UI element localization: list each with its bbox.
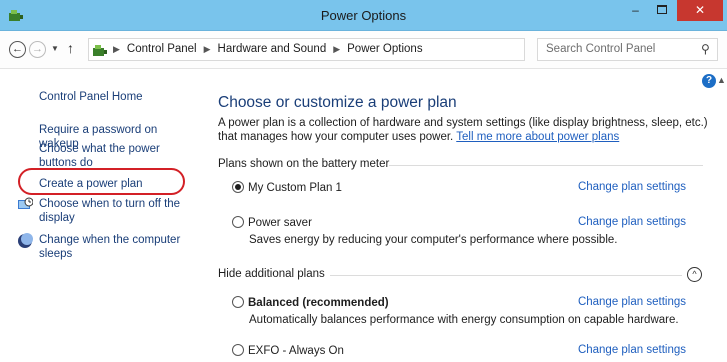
- plan-description: Saves energy by reducing your computer's…: [249, 234, 618, 246]
- maximize-button[interactable]: [648, 0, 675, 21]
- forward-button[interactable]: →: [29, 41, 46, 58]
- minimize-button[interactable]: –: [622, 0, 649, 21]
- main-content: ? ▲ Choose or customize a power plan A p…: [203, 70, 727, 362]
- breadcrumb: ▶ Control Panel ▶ Hardware and Sound ▶ Power …: [113, 43, 423, 55]
- change-plan-settings-link[interactable]: Change plan settings: [578, 181, 686, 193]
- plan-balanced[interactable]: Balanced (recommended): [232, 296, 389, 309]
- scroll-up-arrow[interactable]: ▲: [717, 75, 726, 85]
- change-plan-settings-link[interactable]: Change plan settings: [578, 296, 686, 308]
- section-battery-meter-label: Plans shown on the battery meter: [218, 158, 390, 170]
- chevron-right-icon: ▶: [203, 44, 211, 54]
- tell-me-more-link[interactable]: Tell me more about power plans: [456, 131, 619, 143]
- power-options-icon: [93, 45, 107, 56]
- plan-power-saver[interactable]: Power saver: [232, 216, 312, 229]
- sidebar-item-control-panel-home[interactable]: Control Panel Home: [39, 90, 199, 104]
- chevron-right-icon: ▶: [113, 44, 120, 54]
- moon-icon: [18, 233, 33, 248]
- chevron-right-icon: ▶: [333, 44, 341, 54]
- sidebar-item-power-buttons[interactable]: Choose what the power buttons do: [39, 142, 199, 170]
- sidebar-item-turn-off-display[interactable]: Choose when to turn off the display: [39, 197, 199, 225]
- search-input[interactable]: Search Control Panel ⚲: [537, 38, 718, 61]
- maximize-icon: [656, 4, 667, 14]
- plan-description: Automatically balances performance with …: [249, 314, 679, 326]
- recent-locations-button[interactable]: ▼: [51, 44, 59, 53]
- address-row: ← → ▼ ↑ ▶ Control Panel ▶ Hardware and Soun…: [0, 31, 727, 69]
- plan-name: Balanced (recommended): [248, 297, 389, 309]
- back-arrow-icon: ←: [12, 43, 23, 55]
- chevron-up-icon[interactable]: ^: [687, 267, 702, 282]
- page-title: Choose or customize a power plan: [218, 94, 457, 111]
- section-divider: [330, 275, 682, 276]
- breadcrumb-hardware-and-sound[interactable]: Hardware and Sound: [218, 43, 327, 55]
- back-button[interactable]: ←: [9, 41, 26, 58]
- plan-my-custom-plan[interactable]: My Custom Plan 1: [232, 181, 342, 194]
- sidebar-item-computer-sleeps[interactable]: Change when the computer sleeps: [39, 233, 199, 261]
- breadcrumb-power-options[interactable]: Power Options: [347, 43, 422, 55]
- change-plan-settings-link[interactable]: Change plan settings: [578, 216, 686, 228]
- sidebar: Control Panel Home Require a password on…: [0, 70, 203, 362]
- section-divider: [389, 165, 703, 166]
- up-arrow-icon: ↑: [67, 40, 74, 56]
- help-icon[interactable]: ?: [702, 74, 716, 88]
- radio-icon[interactable]: [232, 344, 244, 356]
- search-icon[interactable]: ⚲: [701, 42, 710, 56]
- plan-name: Power saver: [248, 217, 312, 229]
- radio-icon[interactable]: [232, 296, 244, 308]
- radio-selected-icon[interactable]: [232, 181, 244, 193]
- plan-name: EXFO - Always On: [248, 345, 344, 357]
- highlight-annotation: [18, 168, 185, 195]
- window-title: Power Options: [320, 8, 407, 23]
- address-bar[interactable]: ▶ Control Panel ▶ Hardware and Sound ▶ Power …: [88, 38, 613, 61]
- monitor-clock-icon: [18, 197, 33, 209]
- radio-icon[interactable]: [232, 216, 244, 228]
- intro-text: A power plan is a collection of hardware…: [218, 116, 723, 144]
- change-plan-settings-link[interactable]: Change plan settings: [578, 344, 686, 356]
- plan-name: My Custom Plan 1: [248, 182, 342, 194]
- breadcrumb-control-panel[interactable]: Control Panel: [127, 43, 197, 55]
- up-button[interactable]: ↑: [67, 40, 74, 56]
- search-placeholder: Search Control Panel: [546, 43, 656, 55]
- title-bar: Power Options – ✕: [0, 0, 727, 31]
- close-button[interactable]: ✕: [677, 0, 723, 21]
- section-hide-additional-plans[interactable]: Hide additional plans: [218, 268, 325, 282]
- forward-arrow-icon: →: [32, 43, 43, 55]
- plan-exfo-always-on[interactable]: EXFO - Always On: [232, 344, 344, 357]
